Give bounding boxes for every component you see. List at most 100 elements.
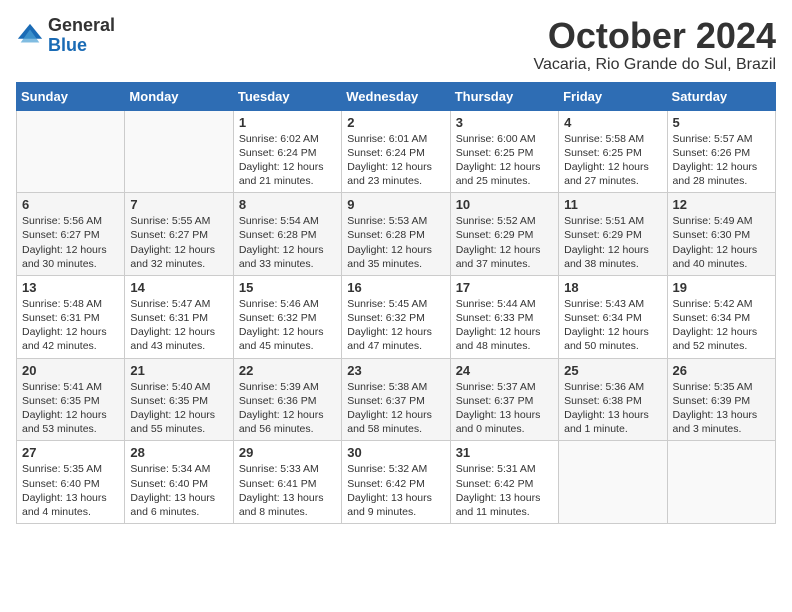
day-info: Sunrise: 5:37 AM Sunset: 6:37 PM Dayligh…	[456, 380, 553, 437]
title-block: October 2024 Vacaria, Rio Grande do Sul,…	[534, 16, 776, 74]
calendar-cell: 1Sunrise: 6:02 AM Sunset: 6:24 PM Daylig…	[233, 110, 341, 193]
day-info: Sunrise: 5:55 AM Sunset: 6:27 PM Dayligh…	[130, 214, 227, 271]
header-cell: Thursday	[450, 82, 558, 110]
day-info: Sunrise: 5:54 AM Sunset: 6:28 PM Dayligh…	[239, 214, 336, 271]
header-cell: Friday	[559, 82, 667, 110]
day-info: Sunrise: 5:38 AM Sunset: 6:37 PM Dayligh…	[347, 380, 444, 437]
calendar-cell: 6 Sunrise: 5:56 AM Sunset: 6:27 PM Daylig…	[17, 193, 125, 276]
day-number: 29	[239, 445, 336, 460]
calendar-header: SundayMondayTuesdayWednesdayThursdayFrid…	[17, 82, 776, 110]
logo: General Blue	[16, 16, 115, 56]
day-number: 22	[239, 363, 336, 378]
day-number: 5	[673, 115, 770, 130]
day-info: Sunrise: 5:46 AM Sunset: 6:32 PM Dayligh…	[239, 297, 336, 354]
day-number: 12	[673, 197, 770, 212]
calendar-cell: 22Sunrise: 5:39 AM Sunset: 6:36 PM Dayli…	[233, 358, 341, 441]
header-row: SundayMondayTuesdayWednesdayThursdayFrid…	[17, 82, 776, 110]
day-number: 30	[347, 445, 444, 460]
day-number: 8	[239, 197, 336, 212]
logo-text: General Blue	[48, 16, 115, 56]
calendar-cell: 20 Sunrise: 5:41 AM Sunset: 6:35 PM Dayli…	[17, 358, 125, 441]
calendar-row: 1Sunrise: 6:02 AM Sunset: 6:24 PM Daylig…	[17, 110, 776, 193]
calendar-cell: 7 Sunrise: 5:55 AM Sunset: 6:27 PM Daylig…	[125, 193, 233, 276]
day-info: Sunrise: 5:42 AM Sunset: 6:34 PM Dayligh…	[673, 297, 770, 354]
day-info: Sunrise: 5:40 AM Sunset: 6:35 PM Dayligh…	[130, 380, 227, 437]
calendar-cell	[125, 110, 233, 193]
day-number: 10	[456, 197, 553, 212]
day-number: 11	[564, 197, 661, 212]
calendar-cell: 9 Sunrise: 5:53 AM Sunset: 6:28 PM Daylig…	[342, 193, 450, 276]
header-cell: Sunday	[17, 82, 125, 110]
calendar-cell	[17, 110, 125, 193]
calendar-cell: 19Sunrise: 5:42 AM Sunset: 6:34 PM Dayli…	[667, 275, 775, 358]
calendar-cell: 25 Sunrise: 5:36 AM Sunset: 6:38 PM Dayli…	[559, 358, 667, 441]
day-info: Sunrise: 5:56 AM Sunset: 6:27 PM Dayligh…	[22, 214, 119, 271]
day-number: 24	[456, 363, 553, 378]
day-info: Sunrise: 5:58 AM Sunset: 6:25 PM Dayligh…	[564, 132, 661, 189]
calendar-cell: 2Sunrise: 6:01 AM Sunset: 6:24 PM Daylig…	[342, 110, 450, 193]
day-info: Sunrise: 5:33 AM Sunset: 6:41 PM Dayligh…	[239, 462, 336, 519]
day-info: Sunrise: 5:35 AM Sunset: 6:40 PM Dayligh…	[22, 462, 119, 519]
day-info: Sunrise: 6:00 AM Sunset: 6:25 PM Dayligh…	[456, 132, 553, 189]
day-info: Sunrise: 5:49 AM Sunset: 6:30 PM Dayligh…	[673, 214, 770, 271]
day-number: 6	[22, 197, 119, 212]
calendar-cell: 13 Sunrise: 5:48 AM Sunset: 6:31 PM Dayli…	[17, 275, 125, 358]
day-info: Sunrise: 5:36 AM Sunset: 6:38 PM Dayligh…	[564, 380, 661, 437]
calendar-body: 1Sunrise: 6:02 AM Sunset: 6:24 PM Daylig…	[17, 110, 776, 523]
calendar-table: SundayMondayTuesdayWednesdayThursdayFrid…	[16, 82, 776, 524]
day-info: Sunrise: 5:41 AM Sunset: 6:35 PM Dayligh…	[22, 380, 119, 437]
calendar-cell	[667, 441, 775, 524]
day-number: 15	[239, 280, 336, 295]
day-number: 2	[347, 115, 444, 130]
day-info: Sunrise: 5:31 AM Sunset: 6:42 PM Dayligh…	[456, 462, 553, 519]
location: Vacaria, Rio Grande do Sul, Brazil	[534, 56, 776, 74]
day-info: Sunrise: 5:45 AM Sunset: 6:32 PM Dayligh…	[347, 297, 444, 354]
header-cell: Tuesday	[233, 82, 341, 110]
logo-blue: Blue	[48, 36, 115, 56]
calendar-cell: 29 Sunrise: 5:33 AM Sunset: 6:41 PM Dayli…	[233, 441, 341, 524]
day-number: 4	[564, 115, 661, 130]
day-number: 17	[456, 280, 553, 295]
calendar-cell: 23 Sunrise: 5:38 AM Sunset: 6:37 PM Dayli…	[342, 358, 450, 441]
day-info: Sunrise: 5:57 AM Sunset: 6:26 PM Dayligh…	[673, 132, 770, 189]
page-header: General Blue October 2024 Vacaria, Rio G…	[16, 16, 776, 74]
day-info: Sunrise: 5:43 AM Sunset: 6:34 PM Dayligh…	[564, 297, 661, 354]
day-number: 7	[130, 197, 227, 212]
day-number: 23	[347, 363, 444, 378]
day-info: Sunrise: 5:47 AM Sunset: 6:31 PM Dayligh…	[130, 297, 227, 354]
day-number: 18	[564, 280, 661, 295]
calendar-row: 27Sunrise: 5:35 AM Sunset: 6:40 PM Dayli…	[17, 441, 776, 524]
day-info: Sunrise: 5:53 AM Sunset: 6:28 PM Dayligh…	[347, 214, 444, 271]
day-number: 13	[22, 280, 119, 295]
calendar-cell: 26 Sunrise: 5:35 AM Sunset: 6:39 PM Dayli…	[667, 358, 775, 441]
day-number: 20	[22, 363, 119, 378]
day-info: Sunrise: 5:44 AM Sunset: 6:33 PM Dayligh…	[456, 297, 553, 354]
header-cell: Wednesday	[342, 82, 450, 110]
day-number: 1	[239, 115, 336, 130]
day-number: 25	[564, 363, 661, 378]
logo-general: General	[48, 16, 115, 36]
calendar-row: 6 Sunrise: 5:56 AM Sunset: 6:27 PM Daylig…	[17, 193, 776, 276]
calendar-cell: 18 Sunrise: 5:43 AM Sunset: 6:34 PM Dayli…	[559, 275, 667, 358]
day-number: 26	[673, 363, 770, 378]
calendar-cell: 21Sunrise: 5:40 AM Sunset: 6:35 PM Dayli…	[125, 358, 233, 441]
day-info: Sunrise: 5:32 AM Sunset: 6:42 PM Dayligh…	[347, 462, 444, 519]
calendar-cell: 16Sunrise: 5:45 AM Sunset: 6:32 PM Dayli…	[342, 275, 450, 358]
calendar-row: 13 Sunrise: 5:48 AM Sunset: 6:31 PM Dayli…	[17, 275, 776, 358]
day-info: Sunrise: 5:35 AM Sunset: 6:39 PM Dayligh…	[673, 380, 770, 437]
calendar-cell: 15 Sunrise: 5:46 AM Sunset: 6:32 PM Dayli…	[233, 275, 341, 358]
day-info: Sunrise: 5:48 AM Sunset: 6:31 PM Dayligh…	[22, 297, 119, 354]
day-info: Sunrise: 5:51 AM Sunset: 6:29 PM Dayligh…	[564, 214, 661, 271]
calendar-cell: 4 Sunrise: 5:58 AM Sunset: 6:25 PM Daylig…	[559, 110, 667, 193]
calendar-cell: 17 Sunrise: 5:44 AM Sunset: 6:33 PM Dayli…	[450, 275, 558, 358]
calendar-cell: 3Sunrise: 6:00 AM Sunset: 6:25 PM Daylig…	[450, 110, 558, 193]
day-number: 31	[456, 445, 553, 460]
calendar-cell: 31 Sunrise: 5:31 AM Sunset: 6:42 PM Dayli…	[450, 441, 558, 524]
day-info: Sunrise: 5:52 AM Sunset: 6:29 PM Dayligh…	[456, 214, 553, 271]
calendar-cell: 27Sunrise: 5:35 AM Sunset: 6:40 PM Dayli…	[17, 441, 125, 524]
calendar-row: 20 Sunrise: 5:41 AM Sunset: 6:35 PM Dayli…	[17, 358, 776, 441]
day-number: 9	[347, 197, 444, 212]
logo-icon	[16, 22, 44, 50]
calendar-cell: 28Sunrise: 5:34 AM Sunset: 6:40 PM Dayli…	[125, 441, 233, 524]
header-cell: Monday	[125, 82, 233, 110]
